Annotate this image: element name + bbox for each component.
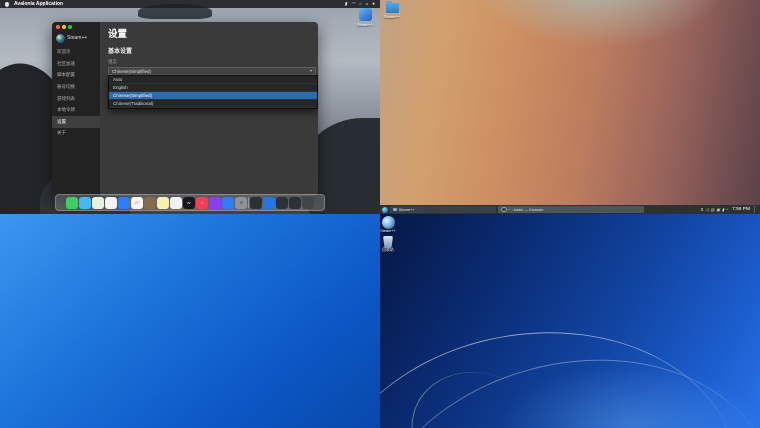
steampp-app-icon [359, 8, 372, 21]
app-brand: Steam++ [52, 31, 100, 47]
dock-icon-glyph: tv [187, 201, 190, 205]
dock-separator[interactable] [248, 197, 249, 208]
contacts-icon[interactable] [144, 197, 156, 209]
steampp-icon[interactable] [250, 197, 262, 209]
task-app-icon [393, 208, 397, 212]
battery-icon[interactable]: ▮ [722, 208, 724, 212]
wallpaper-sky [470, 0, 730, 48]
maximize-button[interactable] [68, 25, 72, 29]
calendar-icon[interactable]: 17 [131, 197, 143, 209]
language-option[interactable]: Chinese(Traditional) [109, 100, 317, 108]
dock-icon-glyph: ⚙ [239, 201, 243, 205]
desktop-shortcut-steampp[interactable]: Steam++ [352, 8, 378, 27]
sidebar-item[interactable]: 脚本配置 [52, 70, 100, 82]
desktop-folder-steampp[interactable]: Steam++ [380, 3, 405, 19]
reminders-icon[interactable] [170, 197, 182, 209]
taskbar-button-steampp[interactable]: Steam++ [390, 206, 496, 213]
language-label: 语言 [108, 59, 310, 65]
finder-icon[interactable] [79, 197, 91, 209]
chevron-down-icon: ▾ [310, 69, 312, 73]
language-option[interactable]: Chinese(Simplified) [109, 92, 317, 100]
maps-icon[interactable] [92, 197, 104, 209]
page-title: 设置 [108, 26, 310, 40]
search-icon[interactable]: ⌕ [359, 2, 362, 7]
folder-icon [386, 3, 399, 13]
dock-icon-glyph: ♪ [201, 201, 203, 205]
control-center-icon[interactable]: ◒ [366, 2, 369, 7]
notifications-icon[interactable]: ▣ [716, 208, 720, 212]
settings-page: 设置 基本设置 语言 Chinese(Simplified) ▾ AutoEng… [100, 22, 318, 196]
sidebar-item[interactable]: 社区加速 [52, 58, 100, 70]
sidebar-item[interactable]: 游戏列表 [52, 93, 100, 105]
show-desktop-button[interactable] [754, 206, 758, 213]
section-basic-settings: 基本设置 [108, 46, 310, 55]
kde-ubuntu-desktop: Steam++ – □ ✕ Steam++ [380, 0, 760, 214]
language-option[interactable]: English [109, 84, 317, 92]
windows-wallpaper [0, 214, 380, 428]
steampp-app-icon [382, 216, 395, 229]
notes-icon[interactable] [157, 197, 169, 209]
kde-wallpaper [380, 0, 760, 214]
steampp-window-macos: Steam++ 欢迎页社区加速脚本配置账号切换游戏列表本地令牌设置关于 设置 基… [52, 22, 318, 196]
apple-menu-icon[interactable] [5, 2, 9, 7]
expand-tray-icon[interactable]: ^ [726, 208, 728, 212]
sidebar-item[interactable]: 关于 [52, 128, 100, 140]
language-dropdown-list: AutoEnglishChinese(Simplified)Chinese(Tr… [108, 75, 318, 109]
podcasts-icon[interactable] [209, 197, 221, 209]
steampp-logo-icon [56, 34, 65, 43]
tv-icon[interactable]: tv [183, 197, 195, 209]
volume-icon[interactable]: ◁ [705, 208, 708, 212]
sidebar-nav: 欢迎页社区加速脚本配置账号切换游戏列表本地令牌设置关于 [52, 47, 100, 140]
mail-icon[interactable] [118, 197, 130, 209]
downloads-folder-icon[interactable] [276, 197, 288, 209]
system-tray: ⇅◁▤▣▮^ [700, 208, 728, 212]
windows-blue-desktop: – □ ✕ Steam++ 欢迎页社区加速脚本配置账号切换游戏列表本地令牌设置关… [0, 214, 380, 428]
windows7-desktop: Steam++ 回收站 – □ ✕ Steam++ [380, 214, 760, 428]
dock-icon-glyph: 17 [135, 201, 139, 205]
macos-desktop: Avalonia Application ▮ ◠ ⌕ ◒● Steam++ [0, 0, 380, 214]
battery-icon[interactable]: ▮ [345, 2, 347, 7]
desktop-shortcut-steampp[interactable]: Steam++ [380, 216, 400, 233]
sidebar: Steam++ 欢迎页社区加速脚本配置账号切换游戏列表本地令牌设置关于 [52, 22, 100, 196]
trash-icon[interactable] [302, 197, 314, 209]
task-app-icon [501, 207, 507, 213]
windows7-wallpaper [380, 214, 760, 428]
close-button[interactable] [56, 25, 60, 29]
notification-center-icon[interactable]: ● [372, 2, 375, 7]
macos-menubar: Avalonia Application ▮ ◠ ⌕ ◒● [0, 0, 380, 8]
wallpaper-glow [500, 364, 760, 428]
menubar-app-name[interactable]: Avalonia Application [14, 1, 63, 7]
minimize-button[interactable] [62, 25, 66, 29]
traffic-lights [52, 22, 100, 31]
documents-folder-icon[interactable] [289, 197, 301, 209]
taskbar-button-konsole[interactable]: ~ : bash — Konsole [498, 206, 644, 213]
messages-icon[interactable] [66, 197, 78, 209]
language-option[interactable]: Auto [109, 76, 317, 84]
app-store-icon[interactable] [222, 197, 234, 209]
four-os-screenshot-grid: Avalonia Application ▮ ◠ ⌕ ◒● Steam++ [0, 0, 760, 428]
language-combobox[interactable]: Chinese(Simplified) ▾ [108, 67, 316, 75]
application-launcher-icon[interactable] [382, 207, 388, 213]
desktop-recycle-bin[interactable]: 回收站 [380, 236, 400, 253]
system-preferences-icon[interactable]: ⚙ [235, 197, 247, 209]
sidebar-item[interactable]: 本地令牌 [52, 104, 100, 116]
wifi-icon[interactable]: ◠ [351, 2, 355, 7]
kde-panel: Steam++ ~ : bash — Konsole ⇅◁▤▣▮^ 7:56 P… [380, 205, 760, 214]
panel-clock[interactable]: 7:56 PM [732, 207, 750, 212]
recycle-bin-icon [383, 236, 393, 248]
macos-dock: 17 tv ♪ ⚙ [55, 194, 325, 211]
sidebar-item[interactable]: 账号切换 [52, 81, 100, 93]
photos-icon[interactable] [105, 197, 117, 209]
menubar-status-icons: ▮ ◠ ⌕ ◒● [345, 2, 375, 7]
keynote-icon[interactable] [263, 197, 275, 209]
sidebar-item[interactable]: 设置 [52, 116, 100, 128]
music-icon[interactable]: ♪ [196, 197, 208, 209]
sidebar-item[interactable]: 欢迎页 [52, 47, 100, 59]
clipboard-icon[interactable]: ▤ [710, 208, 714, 212]
network-icon[interactable]: ⇅ [700, 208, 703, 212]
